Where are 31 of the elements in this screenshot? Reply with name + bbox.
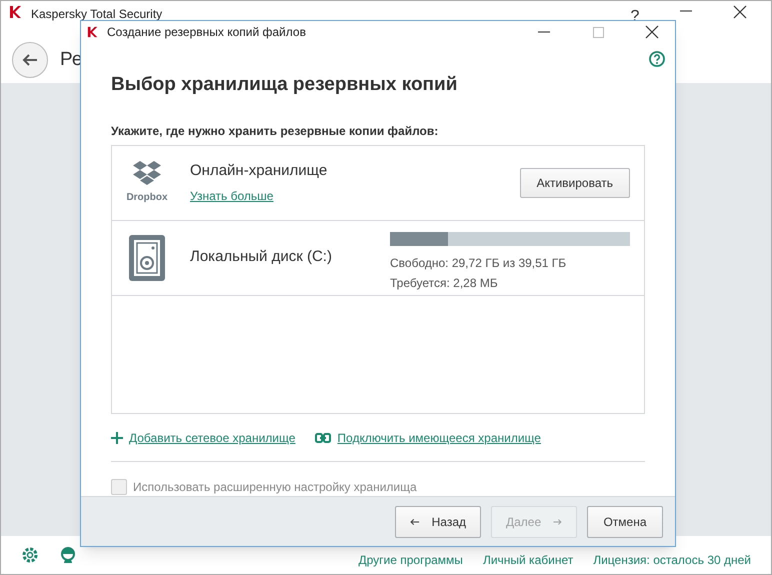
- dialog-title: Создание резервных копий файлов: [107, 24, 306, 41]
- storage-name: Онлайн-хранилище: [190, 161, 328, 182]
- cancel-button[interactable]: Отмена: [587, 506, 663, 538]
- window-title: Kaspersky Total Security: [31, 6, 162, 23]
- learn-more-link[interactable]: Узнать больше: [190, 186, 274, 205]
- footer-link[interactable]: Личный кабинет: [482, 551, 574, 569]
- back-button[interactable]: Назад: [395, 506, 481, 538]
- box-logo-icon: [133, 160, 161, 188]
- back-arrow-icon: [22, 53, 38, 67]
- storage-link[interactable]: Добавить сетевое хранилище: [129, 428, 296, 446]
- storage-link[interactable]: Подключить имеющееся хранилище: [337, 428, 541, 446]
- help-icon[interactable]: [649, 51, 665, 67]
- maximize-icon: [592, 26, 604, 38]
- storage-name: Локальный диск (C:): [190, 247, 333, 268]
- footer-link[interactable]: Другие программы: [358, 551, 463, 569]
- logo-text: Dropbox: [126, 191, 168, 205]
- footer-link[interactable]: Лицензия: осталось 30 дней: [593, 551, 751, 569]
- support-icon[interactable]: [59, 546, 77, 564]
- app-logo-icon: [9, 5, 23, 19]
- plus-icon: [111, 432, 123, 444]
- settings-icon[interactable]: [21, 546, 39, 564]
- checkbox-label: Использовать расширенную настройку хранилища: [133, 478, 417, 496]
- link-icon: [315, 432, 332, 442]
- app-logo-icon: [87, 26, 99, 38]
- prompt-text: Укажите, где нужно хранить резервные копии файлов:: [111, 122, 440, 140]
- required-space-text: Требуется: 2,28 МБ: [390, 274, 499, 292]
- dialog-heading: Выбор хранилища резервных копий: [111, 73, 458, 97]
- free-space-text: Свободно: 29,72 ГБ из 39,51 ГБ: [390, 254, 568, 272]
- activate-button[interactable]: Активировать: [520, 168, 630, 198]
- back-button[interactable]: [12, 42, 48, 78]
- hard-drive-icon: [126, 232, 168, 282]
